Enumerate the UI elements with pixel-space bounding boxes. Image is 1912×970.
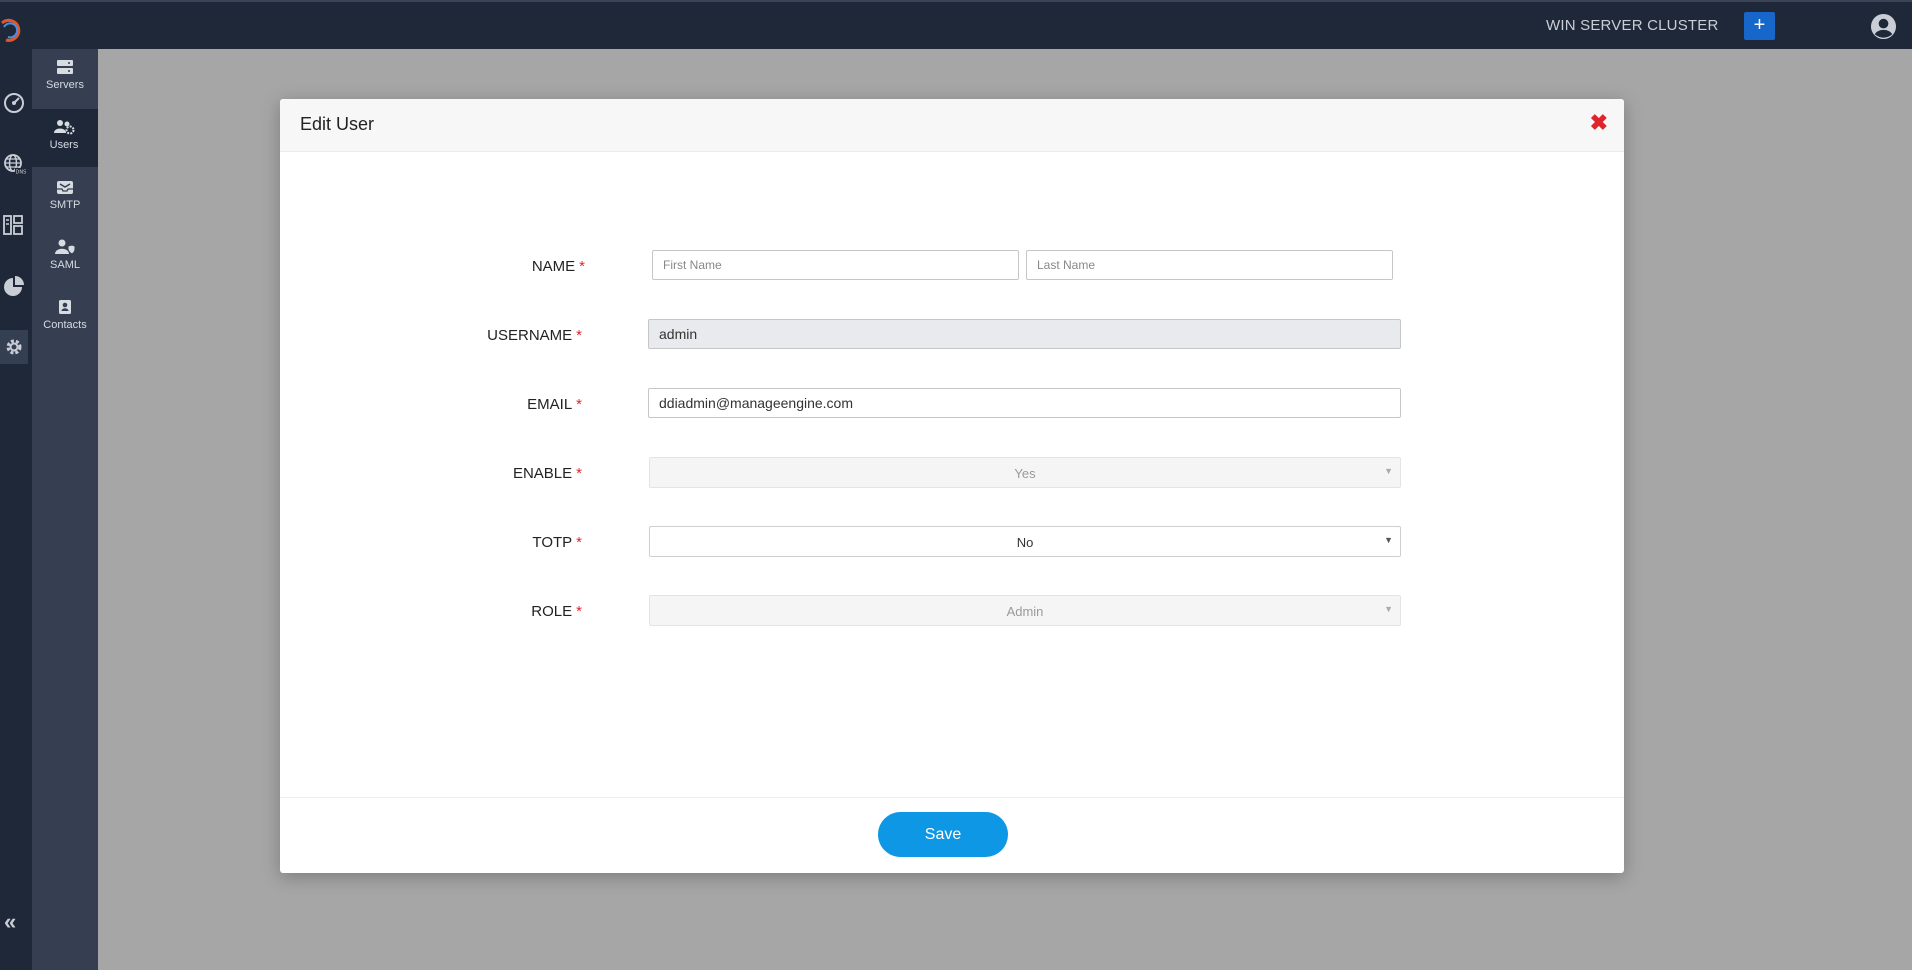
dashboard-icon[interactable] [2,91,26,115]
mail-tray-icon [57,181,73,194]
subnav-item-contacts[interactable]: Contacts [32,289,98,347]
modal-header: Edit User ✖ [280,99,1624,152]
cluster-name[interactable]: WIN SERVER CLUSTER [1546,17,1719,34]
enable-select: Yes ▼ [649,457,1401,488]
dns-globe-icon[interactable]: DNS [2,152,26,176]
chevron-down-icon: ▼ [1384,535,1393,545]
name-row: NAME * [280,250,1624,282]
reports-pie-icon[interactable] [2,274,26,298]
icon-rail: DNS « [0,49,32,970]
enable-value: Yes [1014,466,1036,481]
chevron-down-icon: ▼ [1384,604,1393,614]
svg-text:DNS: DNS [16,170,27,176]
top-bar: WIN SERVER CLUSTER + [0,0,1912,49]
subnav-item-label: Servers [46,79,84,91]
user-shield-icon [55,239,76,255]
enable-label: ENABLE * [512,465,582,482]
username-label: USERNAME * [487,327,582,344]
role-select: Admin ▼ [649,595,1401,626]
email-input[interactable] [648,388,1401,418]
servers-icon [57,60,73,74]
contact-book-icon [59,300,71,314]
enable-row: ENABLE * Yes ▼ [280,457,1624,489]
modal-footer: Save [280,797,1624,873]
subnav-item-users[interactable]: Users [32,109,98,167]
first-name-input[interactable] [652,250,1019,280]
totp-label: TOTP * [532,534,582,551]
edit-user-modal: Edit User ✖ NAME* USERNAME* EMAIL* ENABL… [280,99,1624,873]
role-value: Admin [1006,604,1044,619]
subnav-item-smtp[interactable]: SMTP [32,169,98,227]
subnav-item-saml[interactable]: SAML [32,229,98,287]
subnav-item-label: SMTP [49,199,81,211]
settings-gear-icon[interactable] [0,330,28,364]
add-button[interactable]: + [1744,12,1775,40]
chevron-down-icon: ▼ [1384,466,1393,476]
settings-subnav: Servers Users SMTP SAML Contacts [32,49,98,970]
totp-row: TOTP * No ▼ [280,526,1624,558]
subnav-item-label: Users [49,139,79,151]
totp-select[interactable]: No ▼ [649,526,1401,557]
last-name-input[interactable] [1026,250,1393,280]
collapse-sidebar-icon[interactable]: « [4,911,16,933]
role-label: ROLE * [531,603,582,620]
modal-title: Edit User [300,114,375,134]
save-button[interactable]: Save [878,812,1008,857]
users-gear-icon [54,120,75,135]
username-row: USERNAME * [280,319,1624,351]
name-label: NAME * [531,258,585,275]
ipam-icon[interactable] [2,213,26,237]
app-logo-icon[interactable] [0,18,26,44]
user-avatar-icon[interactable] [1870,13,1897,40]
totp-value: No [1016,535,1034,550]
close-icon[interactable]: ✖ [1590,112,1608,134]
email-label: EMAIL * [527,396,582,413]
email-row: EMAIL * [280,388,1624,420]
subnav-item-label: SAML [50,259,80,271]
subnav-item-servers[interactable]: Servers [32,49,98,107]
username-input [648,319,1401,349]
subnav-item-label: Contacts [43,319,87,331]
role-row: ROLE * Admin ▼ [280,595,1624,627]
